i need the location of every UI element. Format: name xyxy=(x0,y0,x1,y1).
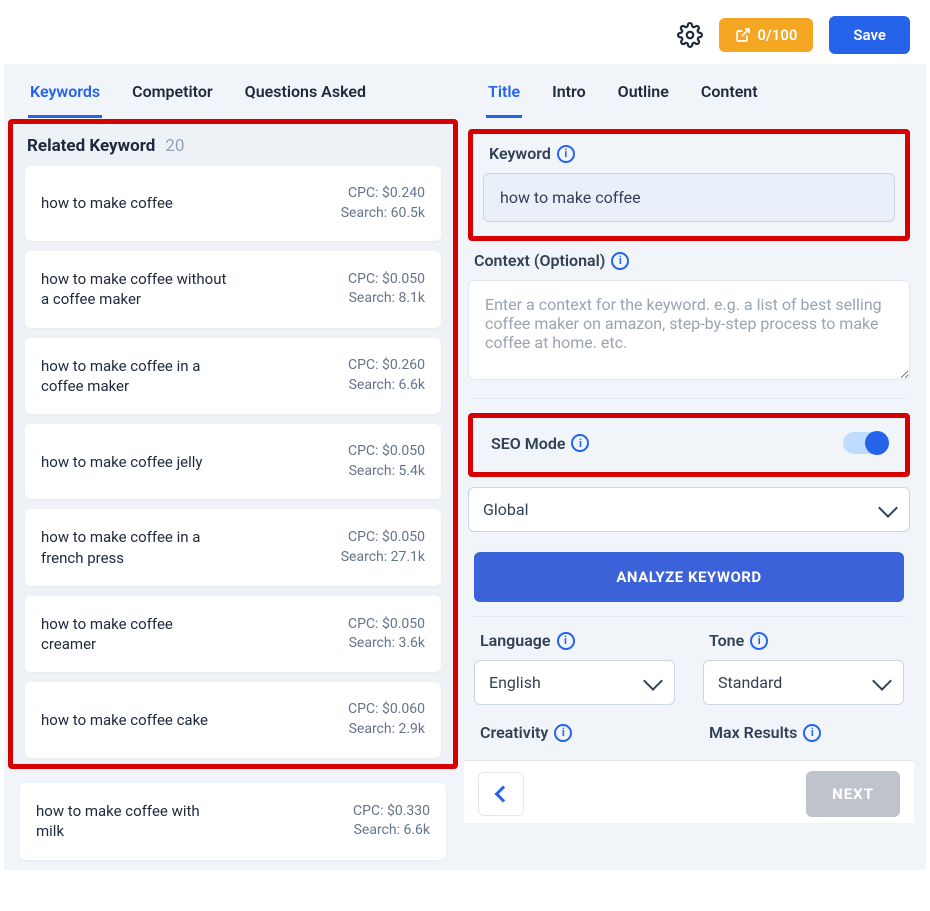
language-label: Language xyxy=(480,631,551,650)
related-keywords-box: Related Keyword 20 how to make coffee CPC… xyxy=(8,119,458,769)
external-icon xyxy=(735,27,751,43)
max-results-label: Max Results xyxy=(709,723,797,742)
keyword-meta: CPC: $0.050Search: 27.1k xyxy=(341,528,425,567)
keyword-meta: CPC: $0.050Search: 3.6k xyxy=(348,615,425,654)
keyword-meta: CPC: $0.240Search: 60.5k xyxy=(341,184,425,223)
keyword-list: how to make coffee CPC: $0.240Search: 60.… xyxy=(13,166,453,769)
keyword-card[interactable]: how to make coffee in a coffee maker CPC:… xyxy=(25,338,441,415)
keyword-term: how to make coffee in a coffee maker xyxy=(41,356,231,397)
keyword-meta: CPC: $0.260Search: 6.6k xyxy=(348,356,425,395)
keyword-term: how to make coffee with milk xyxy=(36,801,226,842)
keyword-term: how to make coffee jelly xyxy=(41,452,203,472)
seo-mode-section: SEO Mode i xyxy=(468,413,910,477)
related-keyword-count: 20 xyxy=(165,136,184,156)
keyword-list-overflow: how to make coffee with milk CPC: $0.330S… xyxy=(4,773,462,870)
related-keyword-label: Related Keyword xyxy=(27,136,155,156)
info-icon[interactable]: i xyxy=(803,724,821,742)
keyword-term: how to make coffee cake xyxy=(41,710,208,730)
chevron-down-icon xyxy=(872,671,892,691)
keyword-card[interactable]: how to make coffee in a french press CPC:… xyxy=(25,509,441,586)
context-input[interactable] xyxy=(468,280,910,380)
next-button[interactable]: NEXT xyxy=(806,771,900,817)
language-select[interactable]: English xyxy=(474,660,675,705)
tab-questions[interactable]: Questions Asked xyxy=(243,76,368,118)
gear-icon xyxy=(677,22,703,48)
language-value: English xyxy=(489,673,541,692)
divider xyxy=(472,616,906,617)
keyword-meta: CPC: $0.330Search: 6.6k xyxy=(353,802,430,841)
keyword-input[interactable] xyxy=(483,173,895,222)
divider xyxy=(472,398,906,399)
tab-outline[interactable]: Outline xyxy=(616,76,671,118)
right-panel: Title Intro Outline Content Keyword i Co… xyxy=(462,64,926,870)
tab-content[interactable]: Content xyxy=(699,76,760,118)
keyword-card[interactable]: how to make coffee with milk CPC: $0.330S… xyxy=(20,783,446,860)
chevron-left-icon xyxy=(495,786,512,803)
tab-competitor[interactable]: Competitor xyxy=(130,76,215,118)
info-icon[interactable]: i xyxy=(557,632,575,650)
save-button[interactable]: Save xyxy=(829,16,910,54)
keyword-meta: CPC: $0.050Search: 8.1k xyxy=(348,270,425,309)
keyword-section: Keyword i xyxy=(468,129,910,241)
region-value: Global xyxy=(483,500,529,519)
back-button[interactable] xyxy=(478,772,524,816)
info-icon[interactable]: i xyxy=(571,434,589,452)
tone-value: Standard xyxy=(718,673,782,692)
keyword-card[interactable]: how to make coffee CPC: $0.240Search: 60.… xyxy=(25,166,441,241)
keyword-card[interactable]: how to make coffee jelly CPC: $0.050Searc… xyxy=(25,424,441,499)
info-icon[interactable]: i xyxy=(557,145,575,163)
seo-mode-toggle[interactable] xyxy=(843,432,887,454)
keyword-meta: CPC: $0.060Search: 2.9k xyxy=(348,700,425,739)
bottom-bar: NEXT xyxy=(464,760,914,823)
info-icon[interactable]: i xyxy=(750,632,768,650)
chevron-down-icon xyxy=(643,671,663,691)
left-panel: Keywords Competitor Questions Asked Rela… xyxy=(4,64,462,870)
keyword-meta: CPC: $0.050Search: 5.4k xyxy=(348,442,425,481)
keyword-term: how to make coffee without a coffee make… xyxy=(41,269,231,310)
top-bar: 0/100 Save xyxy=(0,0,930,64)
region-select[interactable]: Global xyxy=(468,487,910,532)
tone-label: Tone xyxy=(709,631,744,650)
chevron-down-icon xyxy=(878,498,898,518)
analyze-keyword-button[interactable]: ANALYZE KEYWORD xyxy=(474,552,904,602)
usage-label: 0/100 xyxy=(757,26,797,44)
info-icon[interactable]: i xyxy=(611,252,629,270)
seo-mode-label: SEO Mode xyxy=(491,434,565,453)
keyword-term: how to make coffee in a french press xyxy=(41,527,231,568)
tab-keywords[interactable]: Keywords xyxy=(28,76,102,118)
keyword-label: Keyword xyxy=(489,144,551,163)
info-icon[interactable]: i xyxy=(554,724,572,742)
tone-select[interactable]: Standard xyxy=(703,660,904,705)
context-label: Context (Optional) xyxy=(474,251,605,270)
usage-button[interactable]: 0/100 xyxy=(719,18,813,52)
keyword-term: how to make coffee creamer xyxy=(41,614,231,655)
settings-button[interactable] xyxy=(677,22,703,48)
keyword-card[interactable]: how to make coffee creamer CPC: $0.050Sea… xyxy=(25,596,441,673)
right-tabs: Title Intro Outline Content xyxy=(462,64,920,119)
keyword-card[interactable]: how to make coffee without a coffee make… xyxy=(25,251,441,328)
tab-intro[interactable]: Intro xyxy=(550,76,588,118)
creativity-label: Creativity xyxy=(480,723,548,742)
keyword-card[interactable]: how to make coffee cake CPC: $0.060Search… xyxy=(25,682,441,757)
tab-title[interactable]: Title xyxy=(486,76,522,118)
keyword-term: how to make coffee xyxy=(41,193,173,213)
left-tabs: Keywords Competitor Questions Asked xyxy=(4,64,462,119)
